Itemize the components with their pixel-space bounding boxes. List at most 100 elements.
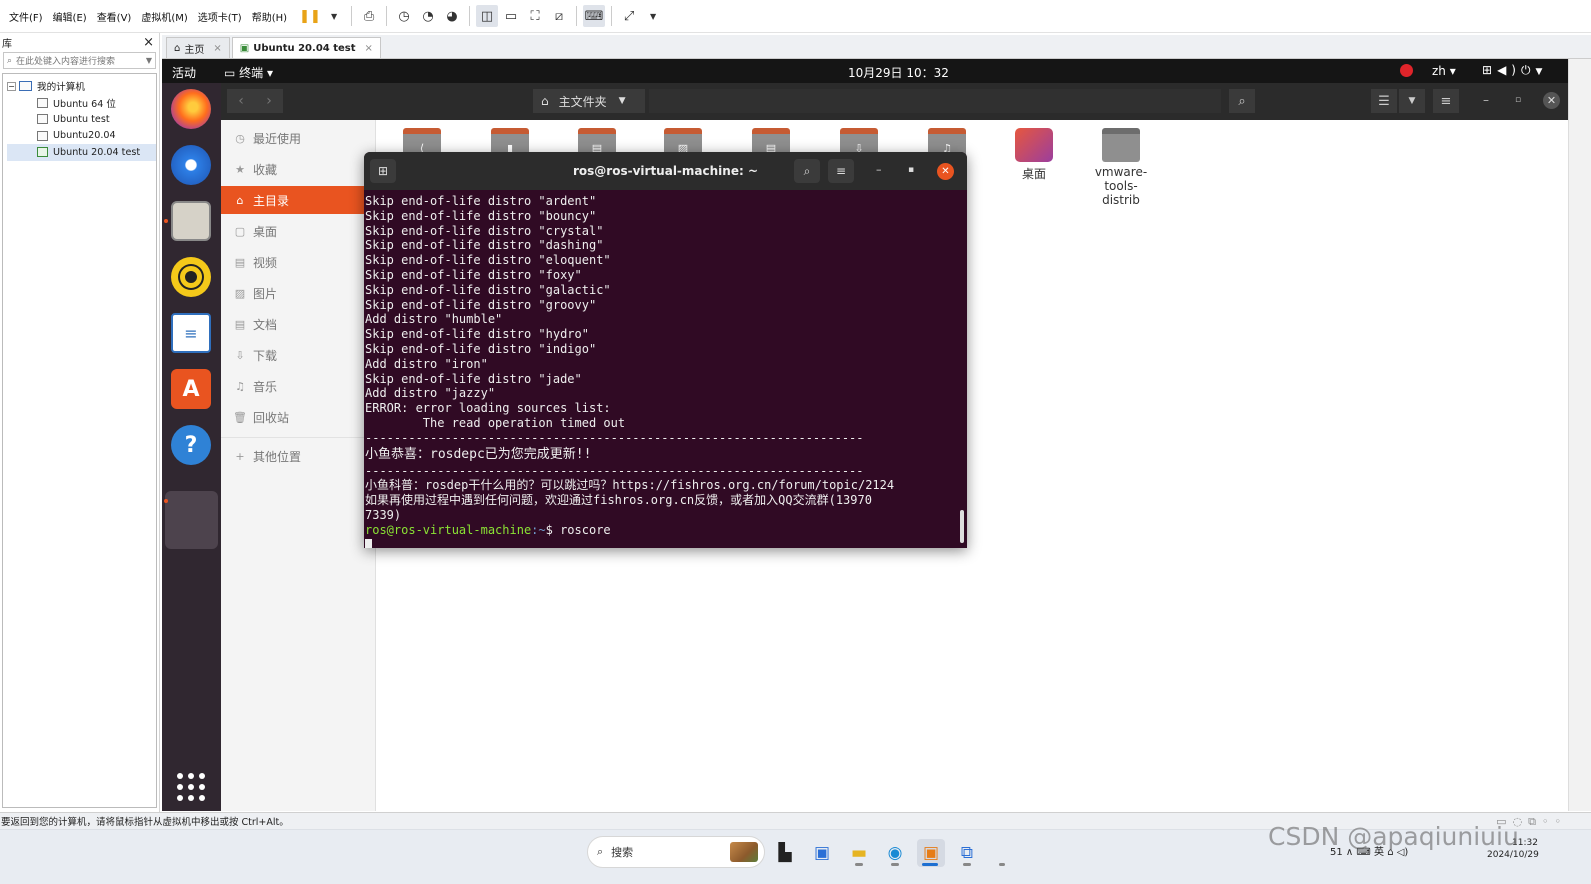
running-indicator <box>922 863 938 866</box>
sidebar-item-home[interactable]: ⌂ 主目录 <box>221 186 376 214</box>
revert-snapshot-icon[interactable]: ◔ <box>417 5 439 27</box>
view-list-button[interactable]: ☰ <box>1371 89 1397 113</box>
files-sidebar: ◷ 最近使用 ★ 收藏 ⌂ 主目录 ▢ 桌面 ▤ 视频 ▨ 图片 ▤ 文档 ⇩ 下载 ♫ 音乐 🗑… <box>221 120 376 811</box>
video-icon: ▤ <box>234 255 246 269</box>
maximize-icon[interactable]: ▪ <box>908 165 914 175</box>
app-menu-terminal[interactable]: ▭ 终端 ▾ <box>224 64 273 81</box>
help-icon[interactable]: ? <box>171 425 211 465</box>
terminal-cursor-line <box>365 538 966 548</box>
terminal-line: Skip end-of-life distro "crystal" <box>365 223 604 238</box>
sidebar-item-desktop[interactable]: ▢ 桌面 <box>221 217 376 245</box>
activities-button[interactable]: 活动 <box>172 64 196 81</box>
chevron-down-icon[interactable]: ▼ <box>146 56 152 65</box>
back-button[interactable]: ‹ <box>227 89 255 113</box>
input-method-selector[interactable]: zh ▾ <box>1432 64 1456 78</box>
unity-icon[interactable]: ⧄ <box>548 5 570 27</box>
thumbnail-icon[interactable]: ▭ <box>500 5 522 27</box>
list-view-icon: ☰ <box>1378 93 1390 109</box>
tree-item-vm[interactable]: Ubuntu 64 位 <box>7 95 156 112</box>
minimize-icon[interactable]: – <box>1483 93 1489 107</box>
stretch-dropdown-icon[interactable]: ▼ <box>642 5 664 27</box>
close-icon[interactable]: ✕ <box>937 163 954 180</box>
tab-close-icon[interactable]: × <box>213 43 221 54</box>
sidebar-item-label: 音乐 <box>253 379 278 394</box>
chevron-down-icon: ▼ <box>1408 96 1416 106</box>
menu-button[interactable]: ≡ <box>1433 89 1459 113</box>
close-icon[interactable]: ✕ <box>1543 92 1560 109</box>
taskbar-search[interactable]: ⌕ 搜索 <box>587 836 765 868</box>
files-headerbar: ‹ › ⌂ 主文件夹 ▼ ⌕ ☰ ▼ ≡ – ▫ ✕ <box>221 83 1568 120</box>
maximize-icon[interactable]: ▫ <box>1515 95 1521 105</box>
menu-edit[interactable]: 编辑(E) <box>48 9 92 24</box>
menu-view[interactable]: 查看(V) <box>92 9 137 24</box>
home-icon: ⌂ <box>236 193 244 207</box>
sidebar-item-downloads[interactable]: ⇩ 下载 <box>221 341 376 369</box>
sidebar-item-trash[interactable]: 🗑 回收站 <box>221 403 376 431</box>
libreoffice-writer-icon[interactable]: ≡ <box>171 313 211 353</box>
folder-vmware-tools[interactable] <box>1102 128 1140 162</box>
taskbar-date[interactable]: 2024/10/29 <box>1487 850 1539 860</box>
tab-home-label: 主页 <box>184 44 205 56</box>
do-not-disturb-icon[interactable] <box>1400 64 1413 77</box>
tab-ubuntu-2004-test[interactable]: ▣ Ubuntu 20.04 test × <box>231 37 381 58</box>
search-icon: ⌕ <box>7 55 13 66</box>
rhythmbox-icon[interactable] <box>171 257 211 297</box>
show-applications-icon[interactable] <box>177 773 205 801</box>
path-bar-home[interactable]: ⌂ 主文件夹 ▼ <box>533 89 645 113</box>
clock[interactable]: 10月29日 10：32 <box>848 64 949 81</box>
tab-home[interactable]: ⌂ 主页 × <box>166 37 230 58</box>
microsoft-store-icon[interactable]: ▣ <box>808 839 836 867</box>
menu-file[interactable]: 文件(F) <box>4 9 48 24</box>
snapshot-manager-icon[interactable]: ◕ <box>441 5 463 27</box>
pause-dropdown-icon[interactable]: ▼ <box>323 5 345 27</box>
tree-item-vm-selected[interactable]: Ubuntu 20.04 test <box>7 144 156 161</box>
sidebar-item-starred[interactable]: ★ 收藏 <box>221 155 376 183</box>
sidebar-item-documents[interactable]: ▤ 文档 <box>221 310 376 338</box>
chevron-down-icon: ▼ <box>1535 67 1548 77</box>
files-icon[interactable] <box>171 201 211 241</box>
menu-tabs[interactable]: 选项卡(T) <box>193 9 247 24</box>
terminal-menu-button[interactable]: ≡ <box>828 159 854 183</box>
task-view-icon[interactable]: ▙ <box>771 839 799 867</box>
firefox-icon[interactable] <box>171 89 211 129</box>
search-button[interactable]: ⌕ <box>1229 89 1255 113</box>
system-menu[interactable]: ⊞◀)⏻▼ <box>1482 63 1547 78</box>
send-keys-icon[interactable]: ⎙ <box>358 5 380 27</box>
windows-start-icon[interactable] <box>557 843 577 863</box>
collapse-toggle-icon[interactable]: − <box>7 81 16 91</box>
terminal-headerbar: ⊞ ros@ros-virtual-machine: ~ ⌕ ≡ – ▪ ✕ <box>364 152 967 190</box>
volume-icon: ◀) <box>1497 63 1521 77</box>
menu-vm[interactable]: 虚拟机(M) <box>136 9 192 24</box>
terminal-window[interactable]: ⊞ ros@ros-virtual-machine: ~ ⌕ ≡ – ▪ ✕ S… <box>364 152 967 548</box>
folder-desktop[interactable] <box>1015 128 1053 162</box>
tree-item-vm[interactable]: Ubuntu test <box>7 111 156 128</box>
library-search-input[interactable]: ⌕ 在此处键入内容进行搜索 ▼ <box>3 52 156 69</box>
terminal-search-button[interactable]: ⌕ <box>794 159 820 183</box>
fullscreen-icon[interactable]: ⛶ <box>524 5 546 27</box>
minimize-icon[interactable]: – <box>876 163 882 176</box>
sidebar-item-music[interactable]: ♫ 音乐 <box>221 372 376 400</box>
terminal-output[interactable]: Skip end-of-life distro "ardent" Skip end… <box>364 190 967 548</box>
terminal-scrollbar[interactable] <box>960 510 964 543</box>
sidebar-item-videos[interactable]: ▤ 视频 <box>221 248 376 276</box>
terminal-small-icon: ▭ <box>224 66 240 80</box>
sidebar-item-recent[interactable]: ◷ 最近使用 <box>221 124 376 152</box>
terminal-line: 小鱼恭喜：rosdepc已为您完成更新!! <box>365 446 592 462</box>
snapshot-icon[interactable]: ◷ <box>393 5 415 27</box>
library-close-icon[interactable]: × <box>143 35 154 50</box>
console-icon[interactable]: ⌨ <box>583 5 606 27</box>
vm-display[interactable]: 活动 ▭ 终端 ▾ 10月29日 10：32 zh ▾ ⊞◀)⏻▼ ≡ A ? … <box>162 59 1568 811</box>
tree-root-my-computer[interactable]: − 我的计算机 <box>7 78 156 95</box>
thunderbird-icon[interactable] <box>171 145 211 185</box>
sidebar-item-other-locations[interactable]: + 其他位置 <box>221 442 376 470</box>
view-options-button[interactable]: ▼ <box>1399 89 1425 113</box>
stretch-icon[interactable]: ⤢ <box>618 5 640 27</box>
show-library-icon[interactable]: ◫ <box>476 5 499 27</box>
ubuntu-software-icon[interactable]: A <box>171 369 211 409</box>
tree-item-vm[interactable]: Ubuntu20.04 <box>7 128 156 145</box>
menu-help[interactable]: 帮助(H) <box>247 9 292 24</box>
pause-icon[interactable]: ❚❚ <box>299 5 321 27</box>
forward-button[interactable]: › <box>255 89 283 113</box>
sidebar-item-pictures[interactable]: ▨ 图片 <box>221 279 376 307</box>
tab-close-icon[interactable]: × <box>365 43 373 54</box>
